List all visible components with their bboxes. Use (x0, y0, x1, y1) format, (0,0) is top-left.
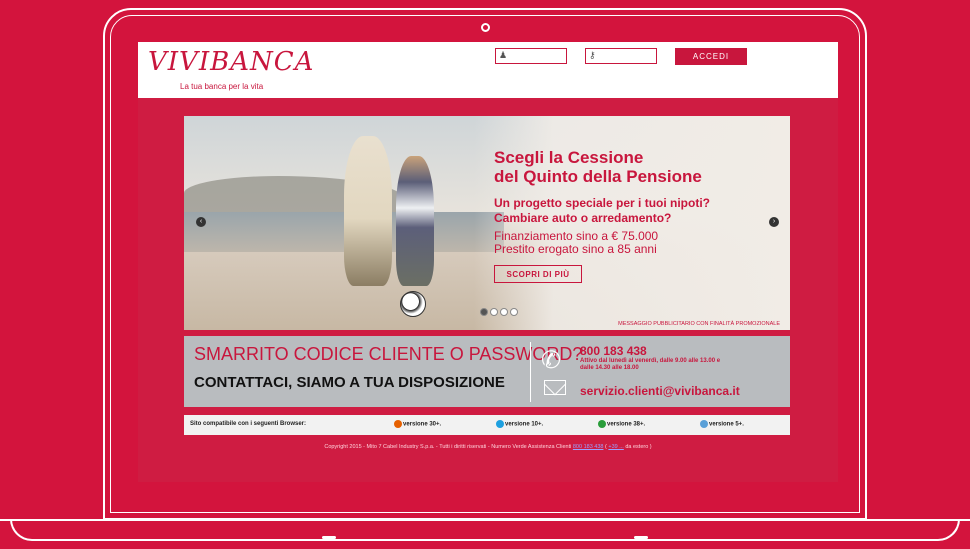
safari-version: versione 5+. (700, 420, 744, 428)
grandfather-figure (344, 136, 392, 286)
ie-icon (496, 420, 504, 428)
banner-title-line1: Scegli la Cessione (494, 148, 644, 167)
service-hours-line1: Attivo dal lunedì al venerdì, dalle 9.00… (580, 358, 721, 364)
carousel-prev-icon[interactable]: ‹ (196, 217, 206, 227)
carousel-dot[interactable] (490, 308, 498, 316)
footer-phone-link[interactable]: 800 183 438 (573, 444, 604, 450)
contact-divider (530, 342, 531, 402)
service-hours: Attivo dal lunedì al venerdì, dalle 9.00… (580, 358, 780, 372)
banner-finance: Finanziamento sino a € 75.000 Prestito e… (494, 230, 774, 256)
carousel-dot[interactable] (510, 308, 518, 316)
site-header: VIVIBANCA La tua banca per la vita ♟ ⚷ A… (138, 42, 838, 98)
banner-title-line2: del Quinto della Pensione (494, 167, 702, 186)
footer-copyright: Copyright 2015 - Mito 7 Cabel Industry S… (324, 444, 652, 450)
mail-icon (544, 380, 566, 395)
screen: VIVIBANCA La tua banca per la vita ♟ ⚷ A… (138, 42, 838, 482)
copyright-text: Copyright 2015 - Mito 7 Cabel Industry S… (324, 444, 572, 450)
laptop-base (10, 519, 960, 541)
firefox-version-label: versione 30+. (403, 421, 442, 428)
camera-icon (481, 23, 490, 32)
phone-number[interactable]: 800 183 438 (580, 344, 647, 358)
banner-title: Scegli la Cessione del Quinto della Pens… (494, 148, 774, 186)
safari-version-label: versione 5+. (709, 421, 744, 428)
support-email[interactable]: servizio.clienti@vivibanca.it (580, 384, 740, 398)
chrome-version-label: versione 38+. (607, 421, 646, 428)
carousel-dot[interactable] (480, 308, 488, 316)
tagline: La tua banca per la vita (180, 82, 264, 91)
discover-more-button[interactable]: SCOPRI DI PIÙ (494, 265, 582, 283)
laptop-base-line (0, 519, 970, 521)
banner-subtitle: Un progetto speciale per i tuoi nipoti? … (494, 196, 774, 226)
contact-subheading: CONTATTACI, SIAMO A TUA DISPOSIZIONE (194, 374, 505, 391)
promo-disclaimer: MESSAGGIO PUBBLICITARIO CON FINALITÀ PRO… (618, 321, 780, 327)
contact-heading: SMARRITO CODICE CLIENTE O PASSWORD? (194, 344, 583, 364)
ie-version: versione 10+. (496, 420, 543, 428)
carousel-dot[interactable] (500, 308, 508, 316)
browser-compat-bar: Sito compatibile con i seguenti Browser:… (184, 415, 790, 435)
browser-compat-label: Sito compatibile con i seguenti Browser: (190, 421, 307, 427)
carousel-next-icon[interactable]: › (769, 217, 779, 227)
hero-carousel: Scegli la Cessione del Quinto della Pens… (184, 116, 790, 330)
laptop-foot-right (634, 536, 648, 539)
banner-subtitle-line1: Un progetto speciale per i tuoi nipoti? (494, 196, 711, 210)
banner-finance-line2: Prestito erogato sino a 85 anni (494, 242, 657, 256)
service-hours-line2: dalle 14.30 alle 18.00 (580, 365, 639, 371)
username-field[interactable]: ♟ (495, 48, 567, 66)
username-input[interactable] (510, 53, 564, 66)
phone-icon: ✆ (541, 347, 562, 374)
footer-suffix: da estero ) (625, 444, 652, 450)
chrome-version: versione 38+. (598, 420, 645, 428)
safari-icon (700, 420, 708, 428)
user-icon: ♟ (499, 50, 508, 60)
laptop-foot-left (322, 536, 336, 539)
login-button[interactable]: ACCEDI (675, 48, 747, 65)
password-input[interactable] (600, 53, 654, 66)
banner-finance-line1: Finanziamento sino a € 75.000 (494, 229, 659, 243)
chrome-icon (598, 420, 606, 428)
firefox-icon (394, 420, 402, 428)
banner-subtitle-line2: Cambiare auto o arredamento? (494, 211, 672, 225)
ie-version-label: versione 10+. (505, 421, 544, 428)
soccer-ball (400, 291, 426, 317)
firefox-version: versione 30+. (394, 420, 441, 428)
logo[interactable]: VIVIBANCA (148, 47, 314, 77)
key-icon: ⚷ (589, 50, 596, 60)
child-figure (396, 156, 434, 286)
password-field[interactable]: ⚷ (585, 48, 657, 66)
contact-panel: SMARRITO CODICE CLIENTE O PASSWORD? CONT… (184, 336, 790, 407)
footer-intl-link[interactable]: +39 ... (608, 444, 623, 450)
carousel-dots (480, 303, 520, 321)
